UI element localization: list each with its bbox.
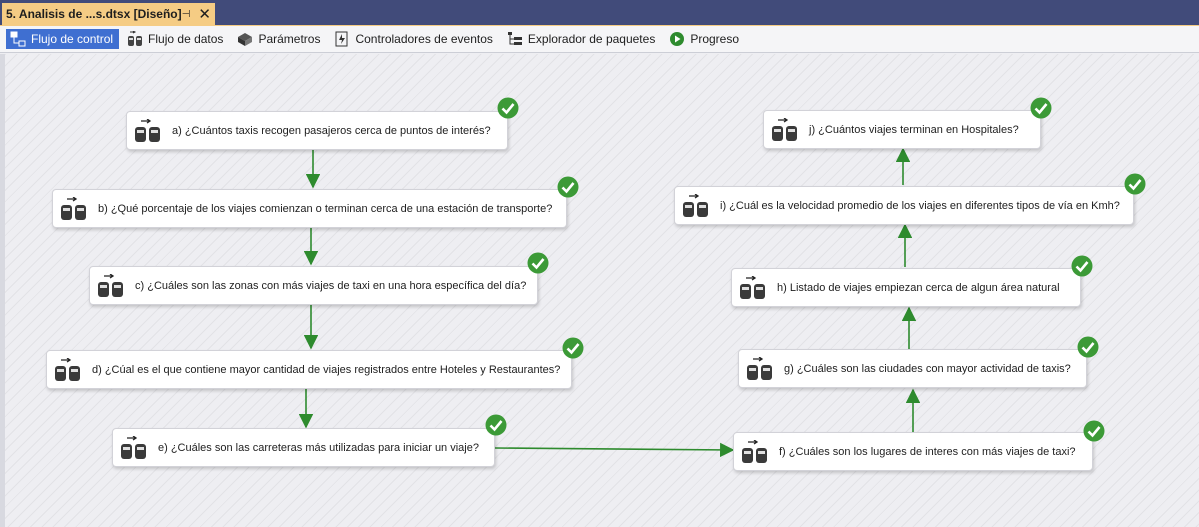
task-label: e) ¿Cuáles son las carreteras más utiliz… (158, 441, 479, 454)
designer-tabs-toolbar: Flujo de control Flujo de datos Parámetr… (0, 26, 1199, 53)
success-check-icon (1030, 97, 1052, 119)
tab-event-handlers[interactable]: Controladores de eventos (330, 29, 498, 49)
task-b[interactable]: b) ¿Qué porcentaje de los viajes comienz… (52, 189, 567, 228)
tab-data-flow[interactable]: Flujo de datos (123, 29, 229, 49)
success-check-icon (485, 414, 507, 436)
tab-label: Parámetros (258, 32, 321, 46)
data-flow-task-icon (121, 435, 146, 459)
success-check-icon (1124, 173, 1146, 195)
task-i[interactable]: i) ¿Cuál es la velocidad promedio de los… (674, 186, 1134, 225)
task-label: f) ¿Cuáles son los lugares de interes co… (779, 445, 1076, 458)
pin-icon[interactable]: ⊣ (182, 9, 191, 20)
task-label: b) ¿Qué porcentaje de los viajes comienz… (98, 202, 553, 215)
task-label: h) Listado de viajes empiezan cerca de a… (777, 281, 1060, 294)
data-flow-task-icon (98, 273, 123, 297)
data-flow-task-icon (55, 357, 80, 381)
tab-label: Controladores de eventos (355, 32, 493, 46)
progress-icon (670, 32, 685, 46)
data-flow-task-icon (747, 356, 772, 380)
task-j[interactable]: j) ¿Cuántos viajes terminan en Hospitale… (763, 110, 1041, 149)
task-c[interactable]: c) ¿Cuáles son las zonas con más viajes … (89, 266, 538, 305)
data-flow-task-icon (683, 193, 708, 217)
tab-label: Explorador de paquetes (527, 32, 656, 46)
success-check-icon (562, 337, 584, 359)
event-handlers-icon (335, 31, 348, 47)
task-label: j) ¿Cuántos viajes terminan en Hospitale… (809, 123, 1019, 136)
data-flow-icon (128, 31, 143, 46)
tab-label: Progreso (690, 32, 740, 46)
task-e[interactable]: e) ¿Cuáles son las carreteras más utiliz… (112, 428, 495, 467)
task-label: c) ¿Cuáles son las zonas con más viajes … (135, 279, 527, 292)
control-flow-icon (10, 31, 26, 47)
task-label: a) ¿Cuántos taxis recogen pasajeros cerc… (172, 124, 491, 137)
task-d[interactable]: d) ¿Cúal es el que contiene mayor cantid… (46, 350, 572, 389)
tab-label: Flujo de control (31, 32, 114, 46)
task-f[interactable]: f) ¿Cuáles son los lugares de interes co… (733, 432, 1093, 471)
data-flow-task-icon (61, 196, 86, 220)
tab-parameters[interactable]: Parámetros (233, 29, 326, 49)
success-check-icon (1083, 420, 1105, 442)
parameters-icon (238, 33, 253, 46)
data-flow-task-icon (742, 439, 767, 463)
success-check-icon (1071, 255, 1093, 277)
task-label: i) ¿Cuál es la velocidad promedio de los… (720, 199, 1120, 212)
success-check-icon (557, 176, 579, 198)
tab-progress[interactable]: Progreso (665, 29, 745, 49)
data-flow-task-icon (772, 117, 797, 141)
tab-package-explorer[interactable]: Explorador de paquetes (503, 29, 661, 49)
success-check-icon (527, 252, 549, 274)
task-h[interactable]: h) Listado de viajes empiezan cerca de a… (731, 268, 1081, 307)
document-tab-strip: 5. Analisis de ...s.dtsx [Diseño] ⊣ ✕ (0, 0, 1199, 26)
task-g[interactable]: g) ¿Cuáles son las ciudades con mayor ac… (738, 349, 1087, 388)
success-check-icon (497, 97, 519, 119)
task-a[interactable]: a) ¿Cuántos taxis recogen pasajeros cerc… (126, 111, 508, 150)
task-label: g) ¿Cuáles son las ciudades con mayor ac… (784, 362, 1071, 375)
package-explorer-icon (507, 32, 522, 45)
data-flow-task-icon (740, 275, 765, 299)
task-label: d) ¿Cúal es el que contiene mayor cantid… (92, 363, 561, 376)
data-flow-task-icon (135, 118, 160, 142)
close-icon[interactable]: ✕ (198, 7, 211, 22)
tab-label: Flujo de datos (148, 32, 224, 46)
document-tab-title: 5. Analisis de ...s.dtsx [Diseño] (6, 7, 182, 21)
success-check-icon (1077, 336, 1099, 358)
tab-control-flow[interactable]: Flujo de control (6, 29, 120, 49)
document-tab[interactable]: 5. Analisis de ...s.dtsx [Diseño] ⊣ ✕ (2, 3, 215, 25)
